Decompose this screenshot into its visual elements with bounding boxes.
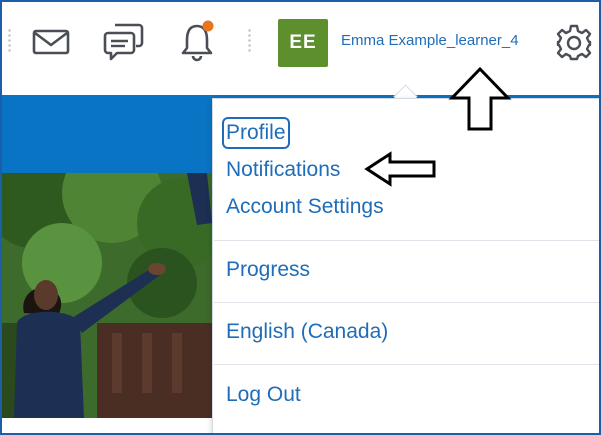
user-menu-dropdown: Profile Notifications Account Settings P… xyxy=(212,98,599,433)
username-link[interactable]: Emma Example_learner_4 xyxy=(341,32,519,49)
separator-dots xyxy=(248,28,251,52)
menu-divider xyxy=(214,240,599,241)
chat-icon[interactable] xyxy=(102,20,146,62)
gear-icon[interactable] xyxy=(554,22,594,62)
menu-item-log-out[interactable]: Log Out xyxy=(226,382,301,408)
menu-item-language[interactable]: English (Canada) xyxy=(226,319,388,345)
bell-icon[interactable] xyxy=(177,20,219,62)
menu-item-account-settings[interactable]: Account Settings xyxy=(226,194,384,220)
arrow-left-annotation xyxy=(364,151,436,187)
menu-item-progress[interactable]: Progress xyxy=(226,257,310,283)
arrow-up-annotation xyxy=(448,66,512,131)
menu-divider xyxy=(214,302,599,303)
menu-divider xyxy=(214,364,599,365)
menu-item-notifications[interactable]: Notifications xyxy=(226,157,340,183)
mail-icon[interactable] xyxy=(31,26,71,58)
course-banner-photo xyxy=(2,173,217,418)
notification-dot xyxy=(202,20,214,32)
menu-item-profile[interactable]: Profile xyxy=(222,117,290,149)
screenshot-frame: EE Emma Example_learner_4 Profile Notifi… xyxy=(0,0,601,435)
avatar[interactable]: EE xyxy=(278,19,328,67)
separator-dots xyxy=(8,28,11,52)
